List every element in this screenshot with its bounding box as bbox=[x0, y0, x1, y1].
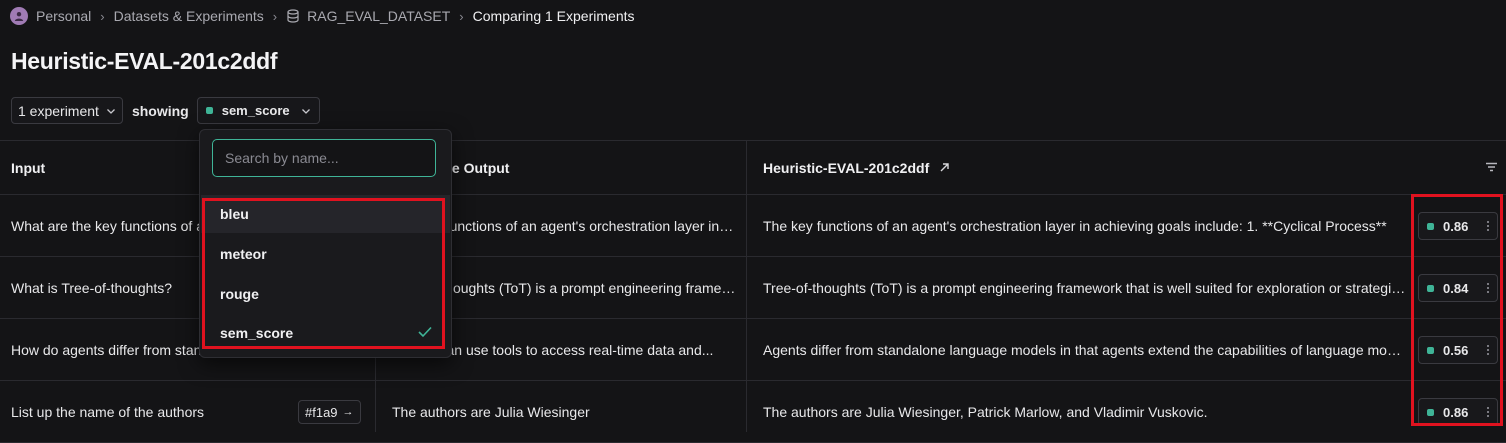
metric-color-icon bbox=[1427, 346, 1434, 354]
metric-color-icon bbox=[205, 107, 213, 114]
reference-cell: The authors are Julia Wiesinger bbox=[392, 381, 737, 442]
score-chip[interactable]: 0.56 bbox=[1418, 336, 1498, 364]
header-experiment-label: Heuristic-EVAL-201c2ddf bbox=[763, 159, 930, 176]
example-id-tag[interactable]: #f1a9 → bbox=[298, 400, 361, 424]
breadcrumb-dataset[interactable]: RAG_EVAL_DATASET bbox=[307, 8, 450, 24]
output-cell: The authors are Julia Wiesinger, Patrick… bbox=[763, 381, 1408, 442]
page-title: Heuristic-EVAL-201c2ddf bbox=[11, 48, 278, 74]
output-text: The authors are Julia Wiesinger, Patrick… bbox=[763, 403, 1208, 420]
metric-option-meteor[interactable]: meteor bbox=[201, 235, 450, 273]
reference-text: The authors are Julia Wiesinger bbox=[392, 403, 590, 420]
breadcrumb-personal[interactable]: Personal bbox=[36, 8, 91, 24]
more-vertical-icon[interactable] bbox=[1487, 345, 1490, 355]
chevron-right-icon: › bbox=[459, 8, 464, 24]
header-experiment[interactable]: Heuristic-EVAL-201c2ddf bbox=[763, 141, 1408, 194]
metric-search-input[interactable] bbox=[213, 140, 435, 176]
score-chip[interactable]: 0.86 bbox=[1418, 398, 1498, 426]
input-text: List up the name of the authors bbox=[11, 403, 205, 420]
chevron-down-icon bbox=[301, 108, 310, 114]
more-vertical-icon[interactable] bbox=[1487, 283, 1490, 293]
experiments-select[interactable]: 1 experiment bbox=[11, 97, 123, 124]
output-cell: Tree-of-thoughts (ToT) is a prompt engin… bbox=[763, 257, 1408, 318]
more-vertical-icon[interactable] bbox=[1487, 407, 1490, 417]
metric-option-label: sem_score bbox=[220, 325, 294, 341]
breadcrumb: Personal › Datasets & Experiments › RAG_… bbox=[10, 6, 635, 26]
metric-color-icon bbox=[1427, 284, 1434, 292]
score-value: 0.84 bbox=[1443, 280, 1469, 296]
example-id-text: #f1a9 bbox=[305, 404, 338, 420]
metric-dropdown: bleu meteor rouge sem_score bbox=[199, 129, 452, 358]
chevron-right-icon: › bbox=[100, 8, 105, 24]
output-text: Agents differ from standalone language m… bbox=[763, 341, 1408, 358]
showing-label: showing bbox=[131, 102, 189, 119]
experiments-select-label: 1 experiment bbox=[18, 102, 99, 119]
arrow-right-icon: → bbox=[342, 406, 354, 418]
breadcrumb-datasets[interactable]: Datasets & Experiments bbox=[114, 8, 264, 24]
external-link-icon[interactable] bbox=[939, 162, 950, 173]
score-value: 0.56 bbox=[1443, 342, 1469, 358]
metric-option-sem-score[interactable]: sem_score bbox=[201, 314, 450, 352]
metric-option-rouge[interactable]: rouge bbox=[201, 275, 450, 313]
filter-lines-icon[interactable] bbox=[1485, 161, 1498, 173]
score-chip[interactable]: 0.84 bbox=[1418, 274, 1498, 302]
output-text: Tree-of-thoughts (ToT) is a prompt engin… bbox=[763, 279, 1408, 296]
user-avatar-icon bbox=[10, 7, 28, 25]
metric-option-bleu[interactable]: bleu bbox=[201, 195, 450, 233]
more-vertical-icon[interactable] bbox=[1487, 221, 1490, 231]
metric-color-icon bbox=[1427, 408, 1434, 416]
filter-bar: 1 experiment showing sem_score bbox=[11, 97, 320, 124]
output-cell: Agents differ from standalone language m… bbox=[763, 319, 1408, 380]
checkmark-icon bbox=[418, 326, 432, 338]
score-chip[interactable]: 0.86 bbox=[1418, 212, 1498, 240]
input-text: What is Tree-of-thoughts? bbox=[11, 279, 173, 296]
table-row[interactable]: List up the name of the authors #f1a9 → … bbox=[0, 381, 1506, 443]
metric-color-icon bbox=[1427, 222, 1434, 230]
chevron-right-icon: › bbox=[272, 8, 278, 24]
output-cell: The key functions of an agent's orchestr… bbox=[763, 195, 1408, 256]
score-value: 0.86 bbox=[1443, 404, 1469, 420]
metric-select-label: sem_score bbox=[221, 103, 290, 118]
breadcrumb-current: Comparing 1 Experiments bbox=[472, 8, 635, 24]
metric-select[interactable]: sem_score bbox=[196, 97, 320, 124]
database-icon bbox=[287, 9, 299, 23]
output-text: The key functions of an agent's orchestr… bbox=[763, 217, 1387, 234]
score-value: 0.86 bbox=[1443, 218, 1469, 234]
chevron-down-icon bbox=[106, 108, 115, 114]
metric-search-box[interactable] bbox=[212, 139, 436, 177]
